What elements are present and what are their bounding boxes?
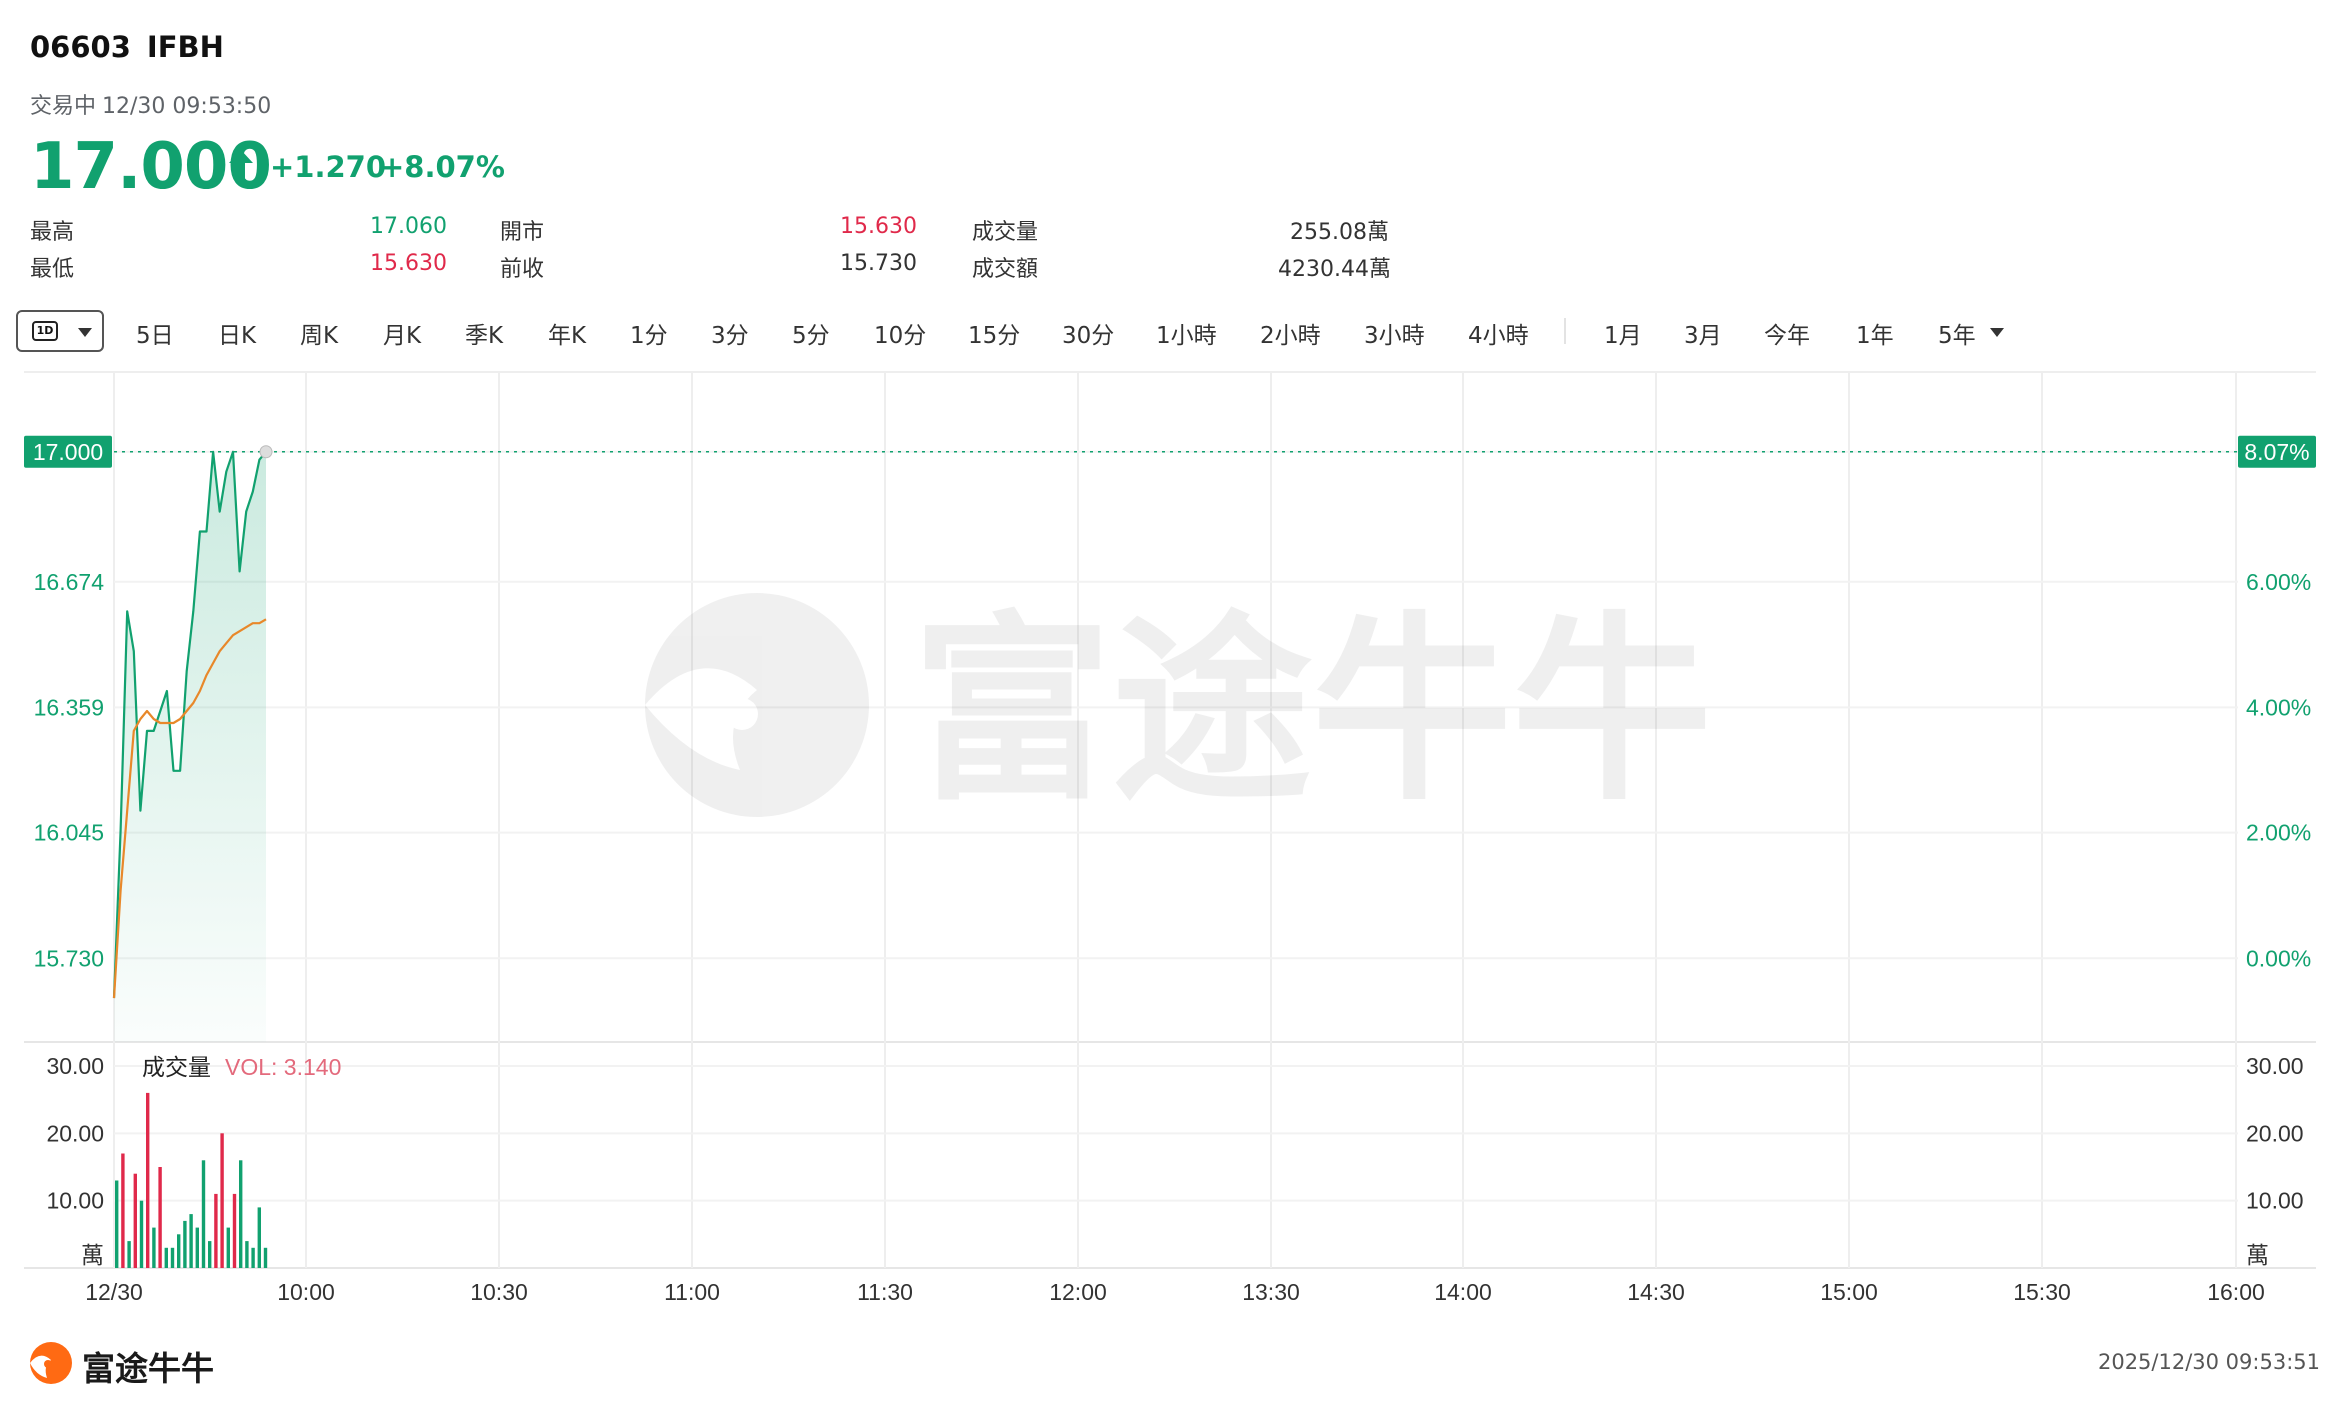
chart-axes: 17.000 16.674 16.359 16.045 15.730 8.07% 6.00%… — [24, 435, 2316, 1305]
last-pct-tag-label: 8.07% — [2244, 439, 2309, 465]
volume-bar — [251, 1247, 255, 1268]
volume-bar — [214, 1193, 218, 1268]
volume-bar — [183, 1220, 187, 1268]
footer-timestamp: 2025/12/30 09:53:51 — [2097, 1350, 2320, 1374]
x-tick-label: 15:30 — [2013, 1279, 2071, 1305]
intraday-chart[interactable]: 富途牛牛 成交量 VOL: 3.140 30.00 30.00 20.00 20.00 10… — [0, 0, 2340, 1408]
pct-tick-label: 6.00% — [2246, 569, 2311, 595]
x-tick-label: 10:30 — [470, 1279, 528, 1305]
volume-bar — [220, 1133, 224, 1268]
volume-bar — [195, 1227, 199, 1268]
volume-chart: 成交量 VOL: 3.140 30.00 30.00 20.00 20.00 10.00 10… — [46, 1053, 2304, 1268]
volume-tick-label: 10.00 — [2246, 1188, 2304, 1214]
volume-tick-label: 10.00 — [46, 1188, 104, 1214]
volume-bar — [263, 1247, 268, 1268]
volume-bar — [232, 1193, 237, 1268]
watermark-text: 富途牛牛 — [912, 595, 1712, 828]
volume-bar — [257, 1207, 261, 1268]
price-tick-label: 15.730 — [34, 945, 104, 971]
volume-bar — [133, 1173, 137, 1268]
volume-vol-label: VOL: 3.140 — [225, 1054, 341, 1080]
pct-tick-label: 4.00% — [2246, 694, 2311, 720]
x-tick-label: 11:30 — [857, 1279, 913, 1305]
volume-title: 成交量 — [142, 1054, 211, 1080]
x-tick-label: 16:00 — [2207, 1279, 2265, 1305]
volume-unit-label: 萬 — [2246, 1242, 2269, 1268]
watermark: 富途牛牛 — [645, 593, 1712, 828]
volume-bar — [152, 1227, 156, 1268]
x-tick-label: 14:30 — [1627, 1279, 1685, 1305]
price-tick-label: 16.045 — [34, 820, 104, 846]
volume-bar — [208, 1241, 212, 1268]
volume-bar — [115, 1180, 119, 1268]
volume-bar — [226, 1227, 230, 1268]
volume-bar — [245, 1241, 249, 1268]
x-tick-label: 13:30 — [1242, 1279, 1300, 1305]
x-tick-label: 12/30 — [85, 1279, 143, 1305]
volume-tick-label: 30.00 — [46, 1053, 104, 1079]
volume-bar — [127, 1241, 131, 1268]
price-tick-label: 16.359 — [34, 694, 104, 720]
volume-bar — [146, 1092, 150, 1268]
x-tick-label: 15:00 — [1820, 1279, 1878, 1305]
futu-logo-icon — [30, 1342, 72, 1384]
pct-tick-label: 0.00% — [2246, 945, 2311, 971]
volume-bar — [177, 1234, 181, 1268]
volume-bar — [239, 1160, 243, 1268]
volume-tick-label: 30.00 — [2246, 1053, 2304, 1079]
footer-logo-text: 富途牛牛 — [82, 1349, 214, 1388]
volume-tick-label: 20.00 — [46, 1120, 104, 1146]
x-tick-label: 14:00 — [1434, 1279, 1492, 1305]
volume-bar — [170, 1247, 175, 1268]
x-tick-label: 12:00 — [1049, 1279, 1107, 1305]
x-tick-label: 11:00 — [664, 1279, 720, 1305]
volume-bar — [201, 1160, 206, 1268]
volume-bar — [158, 1167, 162, 1268]
volume-tick-label: 20.00 — [2246, 1120, 2304, 1146]
price-tick-label: 16.674 — [34, 569, 105, 595]
volume-bar — [164, 1247, 168, 1268]
pct-tick-label: 2.00% — [2246, 820, 2311, 846]
volume-unit-label: 萬 — [81, 1242, 104, 1268]
last-price-tag-label: 17.000 — [33, 439, 103, 465]
last-price-point — [259, 445, 273, 459]
volume-bar — [189, 1214, 193, 1268]
x-tick-label: 10:00 — [277, 1279, 335, 1305]
volume-bar — [121, 1153, 125, 1268]
volume-bar — [139, 1200, 144, 1268]
